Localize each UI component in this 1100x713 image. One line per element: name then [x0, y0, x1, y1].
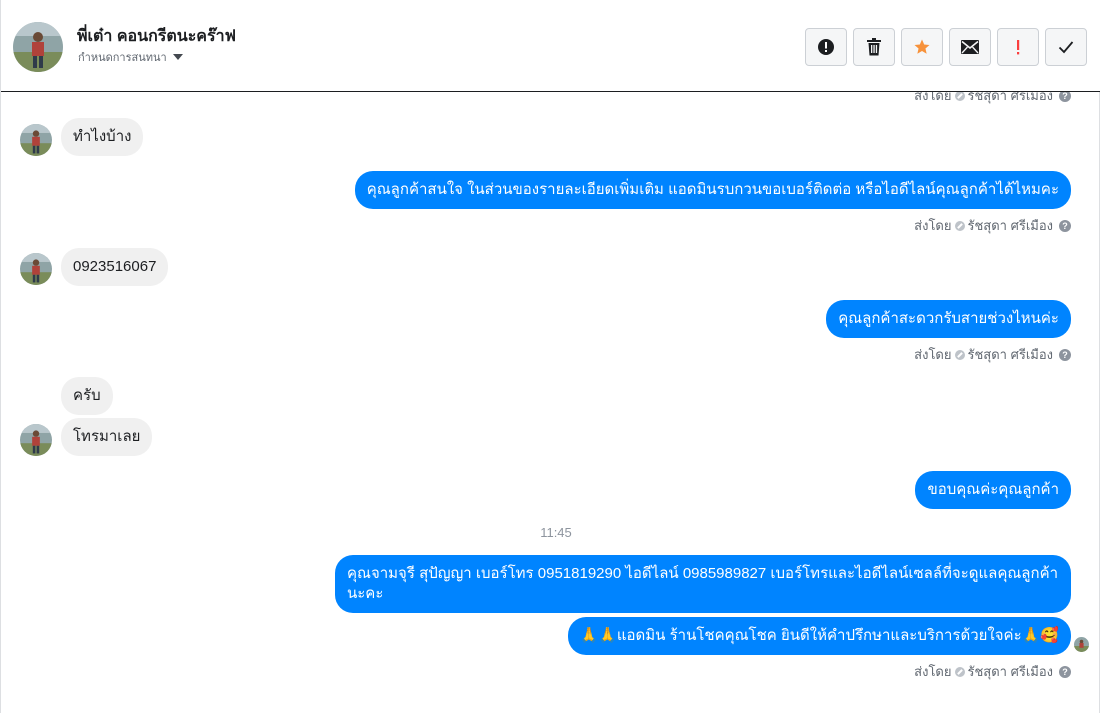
mark-unread-button[interactable] [949, 28, 991, 66]
sent-by-prefix: ส่งโดย [914, 92, 952, 103]
caret-down-icon [172, 54, 183, 60]
message-text: แอดมิน ร้านโชคคุณโชค ยินดีให้คำปรึกษาและ… [616, 627, 1022, 644]
sender-avatar[interactable] [20, 253, 52, 285]
sender-avatar[interactable] [20, 424, 52, 456]
star-button[interactable] [901, 28, 943, 66]
message-bubble-incoming[interactable]: 0923516067 [61, 248, 169, 286]
conversation-header: พี่เต๋า คอนกรีตนะคร๊าฟ กำหนดการสนทนา [1, 0, 1100, 92]
message-bubble-incoming[interactable]: ครับ [61, 377, 113, 415]
star-icon [914, 39, 930, 54]
mark-done-button[interactable] [1045, 28, 1087, 66]
emoji-prefix: 🙏🙏 [579, 627, 617, 644]
sent-by-prefix: ส่งโดย [914, 347, 952, 362]
sent-by-agent[interactable]: รัชสุดา ศรีเมือง [968, 92, 1054, 106]
mail-icon [961, 40, 979, 54]
sent-by-line: ส่งโดย รัชสุดา ศรีเมือง ? [914, 344, 1071, 365]
read-receipt-avatar [1074, 637, 1089, 652]
spam-icon [818, 39, 834, 55]
help-icon[interactable]: ? [1059, 665, 1071, 678]
sent-by-line: ส่งโดย รัชสุดา ศรีเมือง ? [914, 92, 1071, 106]
contact-name: พี่เต๋า คอนกรีตนะคร๊าฟ [77, 28, 236, 45]
message-bubble-outgoing[interactable]: 🙏🙏แอดมิน ร้านโชคคุณโชค ยินดีให้คำปรึกษาแ… [567, 617, 1071, 655]
mark-spam-button[interactable] [805, 28, 847, 66]
message-timestamp: 11:45 [540, 525, 572, 540]
sent-by-agent[interactable]: รัชสุดา ศรีเมือง [968, 215, 1054, 236]
agent-status-icon [954, 92, 965, 101]
message-thread[interactable]: ส่งโดย รัชสุดา ศรีเมือง ? ทำไงบ้าง คุณลู… [1, 92, 1100, 713]
help-icon[interactable]: ? [1059, 348, 1071, 361]
assign-conversation-dropdown[interactable]: กำหนดการสนทนา [78, 48, 183, 66]
assign-conversation-label: กำหนดการสนทนา [78, 52, 167, 64]
check-icon [1058, 41, 1074, 54]
agent-status-icon [954, 220, 965, 231]
help-icon[interactable]: ? [1059, 92, 1071, 102]
sender-avatar[interactable] [20, 124, 52, 156]
message-bubble-incoming[interactable]: ทำไงบ้าง [61, 118, 144, 156]
contact-avatar[interactable] [13, 22, 63, 72]
follow-up-button[interactable] [997, 28, 1039, 66]
delete-button[interactable] [853, 28, 895, 66]
exclamation-icon [1017, 40, 1020, 55]
message-bubble-outgoing[interactable]: คุณจามจุรี สุปัญญา เบอร์โทร 0951819290 ไ… [335, 555, 1071, 613]
agent-status-icon [954, 666, 965, 677]
emoji-suffix: 🙏🥰 [1021, 627, 1059, 644]
conversation-toolbar [805, 28, 1087, 66]
sent-by-agent[interactable]: รัชสุดา ศรีเมือง [968, 344, 1054, 365]
sent-by-prefix: ส่งโดย [914, 664, 952, 679]
message-bubble-incoming[interactable]: โทรมาเลย [61, 418, 153, 456]
sent-by-line: ส่งโดย รัชสุดา ศรีเมือง ? [914, 661, 1071, 682]
sent-by-agent[interactable]: รัชสุดา ศรีเมือง [968, 661, 1054, 682]
message-bubble-outgoing[interactable]: ขอบคุณค่ะคุณลูกค้า [915, 471, 1071, 509]
help-icon[interactable]: ? [1059, 219, 1071, 232]
agent-status-icon [954, 349, 965, 360]
sent-by-prefix: ส่งโดย [914, 218, 952, 233]
conversation-panel: พี่เต๋า คอนกรีตนะคร๊าฟ กำหนดการสนทนา ส่ง… [0, 0, 1100, 713]
message-bubble-outgoing[interactable]: คุณลูกค้าสนใจ ในส่วนของรายละเอียดเพิ่มเต… [354, 171, 1071, 209]
trash-icon [867, 38, 881, 56]
message-bubble-outgoing[interactable]: คุณลูกค้าสะดวกรับสายช่วงไหนค่ะ [826, 300, 1071, 338]
sent-by-line: ส่งโดย รัชสุดา ศรีเมือง ? [914, 215, 1071, 236]
